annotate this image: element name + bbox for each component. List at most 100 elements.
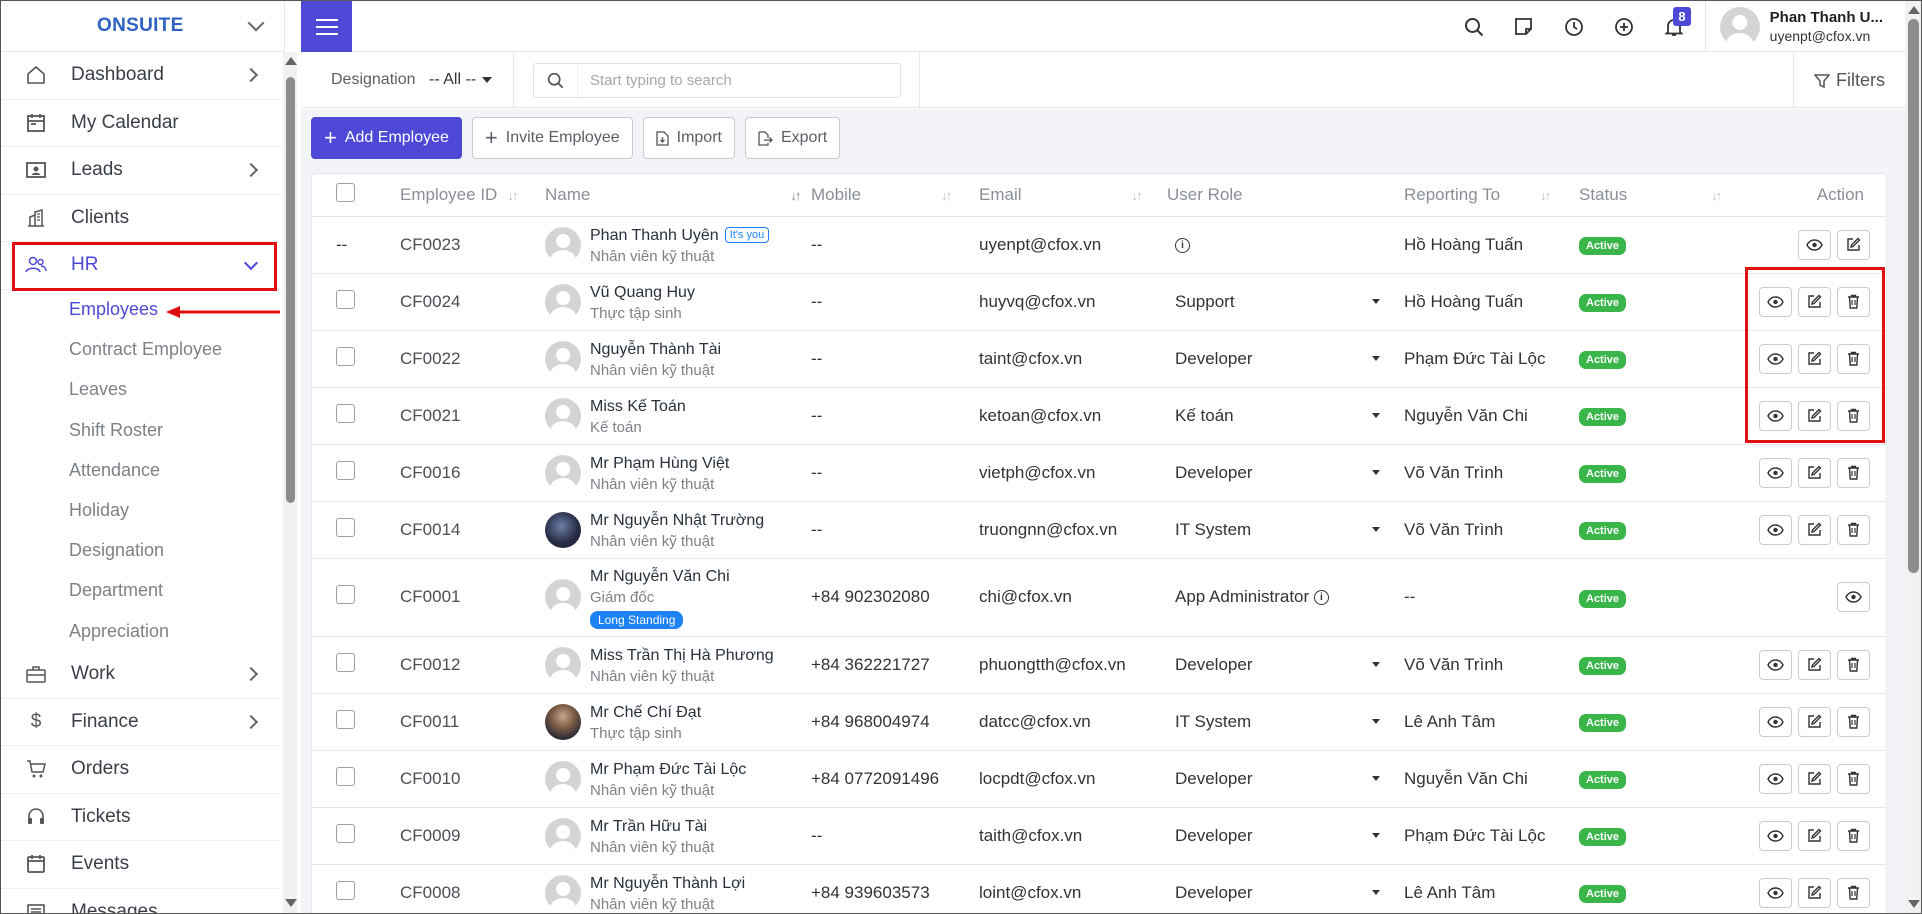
employee-name-cell[interactable]: Nguyễn Thành Tài Nhân viên kỹ thuật: [545, 339, 811, 379]
edit-button[interactable]: [1798, 343, 1831, 374]
edit-button[interactable]: [1837, 229, 1870, 260]
edit-button[interactable]: [1798, 706, 1831, 737]
sticky-note-icon[interactable]: [1499, 1, 1549, 52]
table-row[interactable]: -- CF0023 Phan Thanh Uyên It's you Nhân viên…: [312, 216, 1886, 274]
notification-bell-icon[interactable]: 8: [1649, 1, 1699, 52]
sidebar-item-work[interactable]: Work: [1, 651, 282, 699]
sidebar-item-events[interactable]: Events: [1, 841, 282, 889]
employee-name-cell[interactable]: Miss Kế Toán Kế toán: [545, 396, 811, 436]
edit-button[interactable]: [1798, 286, 1831, 317]
employee-name[interactable]: Miss Trần Thị Hà Phương: [590, 647, 774, 664]
delete-button[interactable]: [1837, 343, 1870, 374]
search-icon[interactable]: [1449, 1, 1499, 52]
sidebar-item-leads[interactable]: Leads: [1, 147, 282, 195]
table-row[interactable]: CF0001 Mr Nguyễn Văn Chi Giám đốc Long Stan…: [312, 558, 1886, 637]
edit-button[interactable]: [1798, 763, 1831, 794]
column-header-employee-id[interactable]: Employee ID ↓↑: [400, 174, 545, 217]
sidebar-item-orders[interactable]: Orders: [1, 746, 282, 794]
employee-name-cell[interactable]: Mr Trần Hữu Tài Nhân viên kỹ thuật: [545, 816, 811, 856]
user-role-select[interactable]: IT System: [1175, 712, 1380, 732]
sidebar-item-tickets[interactable]: Tickets: [1, 794, 282, 842]
edit-button[interactable]: [1798, 820, 1831, 851]
sidebar-item-my-calendar[interactable]: My Calendar: [1, 100, 282, 147]
sidebar-subitem-attendance[interactable]: Attendance: [1, 450, 282, 490]
page-scroll-thumb[interactable]: [1908, 19, 1919, 573]
view-button[interactable]: [1759, 649, 1792, 680]
employee-name-cell[interactable]: Vũ Quang Huy Thực tập sinh: [545, 282, 811, 322]
table-row[interactable]: CF0011 Mr Chế Chí Đạt Thực tập sinh +84 968…: [312, 693, 1886, 751]
designation-select[interactable]: -- All --: [429, 71, 492, 89]
user-role-select[interactable]: Developer: [1175, 349, 1380, 369]
view-button[interactable]: [1759, 877, 1792, 908]
row-checkbox[interactable]: [336, 346, 355, 366]
employee-name[interactable]: Miss Kế Toán: [590, 398, 686, 415]
row-checkbox[interactable]: [336, 403, 355, 423]
sidebar-item-messages[interactable]: Messages: [1, 889, 282, 913]
edit-button[interactable]: [1798, 877, 1831, 908]
select-all-checkbox[interactable]: [336, 182, 355, 202]
sort-icon[interactable]: ↓↑: [1711, 188, 1722, 203]
sort-icon[interactable]: ↓↑: [1540, 188, 1551, 203]
delete-button[interactable]: [1837, 514, 1870, 545]
table-row[interactable]: CF0024 Vũ Quang Huy Thực tập sinh -- huyvq@c…: [312, 273, 1886, 331]
row-checkbox[interactable]: [336, 709, 355, 729]
table-row[interactable]: CF0009 Mr Trần Hữu Tài Nhân viên kỹ thuật -…: [312, 807, 1886, 865]
view-button[interactable]: [1759, 400, 1792, 431]
scroll-down-arrow-icon[interactable]: [1908, 900, 1920, 908]
row-checkbox[interactable]: [336, 289, 355, 309]
sidebar-subitem-appreciation[interactable]: Appreciation: [1, 611, 282, 651]
sort-icon[interactable]: ↓↑: [941, 188, 952, 203]
view-button[interactable]: [1837, 582, 1870, 612]
row-checkbox[interactable]: [336, 823, 355, 843]
table-row[interactable]: CF0022 Nguyễn Thành Tài Nhân viên kỹ thuật…: [312, 330, 1886, 388]
delete-button[interactable]: [1837, 649, 1870, 680]
edit-button[interactable]: [1798, 649, 1831, 680]
table-row[interactable]: CF0012 Miss Trần Thị Hà Phương Nhân viên k…: [312, 636, 1886, 694]
view-button[interactable]: [1759, 763, 1792, 794]
sidebar-item-clients[interactable]: Clients: [1, 195, 282, 242]
info-icon[interactable]: i: [1175, 237, 1190, 253]
user-role-select[interactable]: IT System: [1175, 520, 1380, 540]
filters-button[interactable]: Filters: [1793, 53, 1905, 108]
employee-name[interactable]: Mr Nguyễn Thành Lợi: [590, 875, 745, 892]
table-row[interactable]: CF0016 Mr Phạm Hùng Việt Nhân viên kỹ thuậ…: [312, 444, 1886, 502]
table-row[interactable]: CF0010 Mr Phạm Đức Tài Lộc Nhân viên kỹ th…: [312, 750, 1886, 808]
employee-name[interactable]: Mr Nguyễn Văn Chi: [590, 568, 730, 585]
sidebar-item-hr[interactable]: HR: [1, 242, 282, 290]
delete-button[interactable]: [1837, 820, 1870, 851]
row-checkbox[interactable]: [336, 585, 355, 604]
sort-icon[interactable]: ↓↑: [507, 188, 518, 203]
employee-name-cell[interactable]: Mr Nguyễn Văn Chi Giám đốc Long Standing: [545, 566, 811, 629]
scroll-up-arrow-icon[interactable]: [1908, 6, 1920, 14]
employee-name[interactable]: Nguyễn Thành Tài: [590, 341, 721, 358]
user-menu[interactable]: Phan Thanh U... uyenpt@cfox.vn: [1704, 1, 1905, 52]
employee-name-cell[interactable]: Miss Trần Thị Hà Phương Nhân viên kỹ thuậ…: [545, 645, 811, 685]
sidebar-subitem-shift-roster[interactable]: Shift Roster: [1, 410, 282, 450]
user-role-select[interactable]: Developer: [1175, 826, 1380, 846]
column-header-mobile[interactable]: Mobile ↓↑: [811, 174, 979, 217]
user-role-select[interactable]: Developer: [1175, 769, 1380, 789]
view-button[interactable]: [1759, 706, 1792, 737]
sort-icon[interactable]: ↓↑: [790, 188, 801, 203]
sidebar-subitem-contract-employee[interactable]: Contract Employee: [1, 330, 282, 370]
chevron-down-icon[interactable]: [247, 14, 265, 32]
delete-button[interactable]: [1837, 286, 1870, 317]
scroll-up-arrow-icon[interactable]: [285, 57, 297, 65]
clock-icon[interactable]: [1549, 1, 1599, 52]
employee-name[interactable]: Phan Thanh Uyên: [590, 227, 719, 244]
view-button[interactable]: [1759, 457, 1792, 488]
row-checkbox[interactable]: [336, 652, 355, 672]
employee-name-cell[interactable]: Phan Thanh Uyên It's you Nhân viên kỹ thuậ…: [545, 225, 811, 265]
delete-button[interactable]: [1837, 457, 1870, 488]
column-header-reporting-to[interactable]: Reporting To ↓↑: [1404, 174, 1579, 217]
delete-button[interactable]: [1837, 763, 1870, 794]
row-checkbox[interactable]: [336, 766, 355, 786]
search-input[interactable]: [578, 72, 878, 89]
invite-employee-button[interactable]: + Invite Employee: [471, 117, 633, 159]
sidebar-subitem-leaves[interactable]: Leaves: [1, 370, 282, 410]
sidebar-item-dashboard[interactable]: Dashboard: [1, 52, 282, 100]
sidebar-subitem-holiday[interactable]: Holiday: [1, 490, 282, 530]
column-header-name[interactable]: Name ↓↑: [545, 174, 811, 217]
view-button[interactable]: [1759, 820, 1792, 851]
brand-header[interactable]: ONSUITE: [1, 1, 284, 52]
